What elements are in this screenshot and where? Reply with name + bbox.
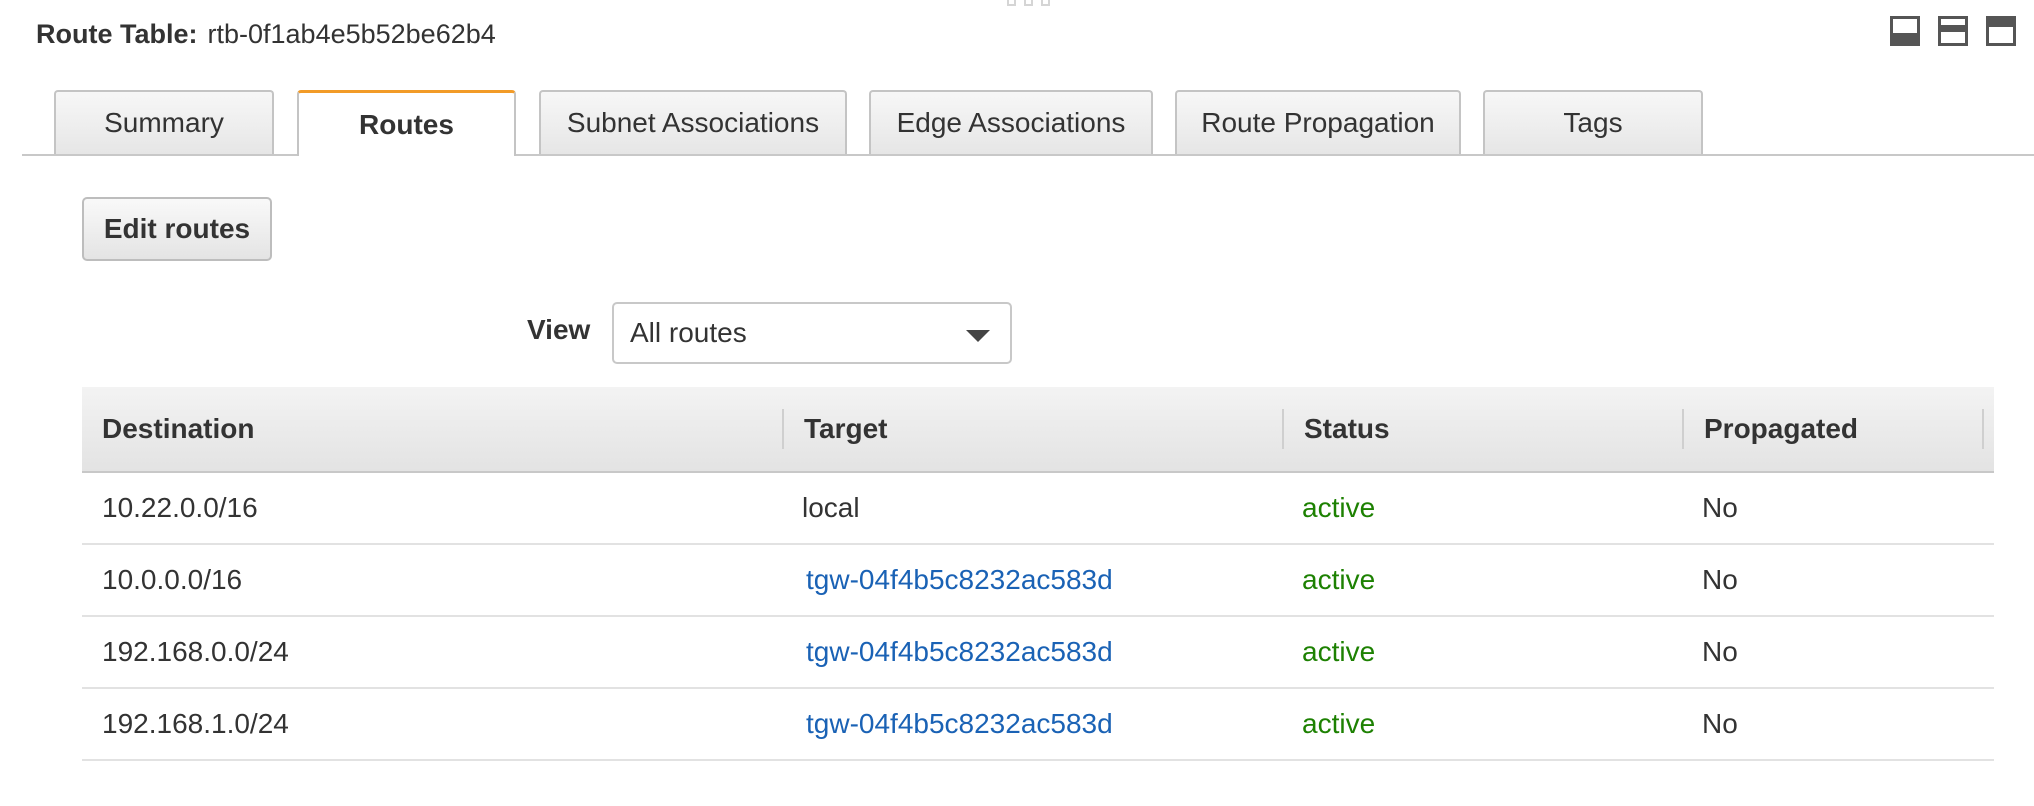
table-row[interactable]: 192.168.1.0/24 tgw-04f4b5c8232ac583d act…	[82, 689, 1994, 761]
tab-routes[interactable]: Routes	[297, 90, 516, 156]
chevron-down-icon	[966, 330, 990, 342]
tab-route-propagation[interactable]: Route Propagation	[1175, 90, 1461, 154]
tab-tags[interactable]: Tags	[1483, 90, 1703, 154]
view-label: View	[527, 314, 591, 345]
propagated-cell: No	[1702, 492, 1738, 523]
target-link[interactable]: tgw-04f4b5c8232ac583d	[806, 545, 1113, 615]
target-link[interactable]: tgw-04f4b5c8232ac583d	[806, 617, 1113, 687]
column-propagated[interactable]: Propagated	[1704, 387, 1858, 471]
column-divider	[782, 409, 784, 449]
destination-cell: 10.0.0.0/16	[102, 564, 243, 595]
status-badge: active	[1302, 492, 1376, 523]
table-row[interactable]: 10.22.0.0/16 local active No	[82, 473, 1994, 545]
propagated-cell: No	[1702, 564, 1738, 595]
route-table-id: rtb-0f1ab4e5b52be62b4	[207, 18, 496, 49]
table-row[interactable]: 192.168.0.0/24 tgw-04f4b5c8232ac583d act…	[82, 617, 1994, 689]
panel-middle-icon[interactable]	[1938, 16, 1968, 46]
destination-cell: 10.22.0.0/16	[102, 492, 258, 523]
status-badge: active	[1302, 636, 1376, 667]
tab-summary[interactable]: Summary	[54, 90, 274, 154]
target-cell: local	[802, 492, 860, 523]
propagated-cell: No	[1702, 708, 1738, 739]
destination-cell: 192.168.0.0/24	[102, 636, 289, 667]
drag-handle-icon[interactable]	[1002, 0, 1054, 6]
table-header: Destination Target Status Propagated	[82, 387, 1994, 473]
status-badge: active	[1302, 564, 1376, 595]
panel-bottom-icon[interactable]	[1890, 16, 1920, 46]
panel-layout-controls	[1890, 16, 2016, 46]
edit-routes-button[interactable]: Edit routes	[82, 197, 272, 261]
column-divider	[1282, 409, 1284, 449]
panel-top-icon[interactable]	[1986, 16, 2016, 46]
column-status[interactable]: Status	[1304, 387, 1390, 471]
route-table-label: Route Table:	[36, 18, 198, 49]
destination-cell: 192.168.1.0/24	[102, 708, 289, 739]
tab-subnet-associations[interactable]: Subnet Associations	[539, 90, 847, 154]
column-target[interactable]: Target	[804, 387, 888, 471]
status-badge: active	[1302, 708, 1376, 739]
column-divider	[1982, 409, 1984, 449]
target-link[interactable]: tgw-04f4b5c8232ac583d	[806, 689, 1113, 759]
routes-table: Destination Target Status Propagated 10.…	[82, 387, 1994, 761]
tab-edge-associations[interactable]: Edge Associations	[869, 90, 1153, 154]
table-row[interactable]: 10.0.0.0/16 tgw-04f4b5c8232ac583d active…	[82, 545, 1994, 617]
propagated-cell: No	[1702, 636, 1738, 667]
page-title: Route Table: rtb-0f1ab4e5b52be62b4	[36, 14, 496, 54]
column-divider	[1682, 409, 1684, 449]
view-select[interactable]: All routes	[612, 302, 1012, 364]
column-destination[interactable]: Destination	[102, 387, 254, 471]
view-select-value: All routes	[630, 317, 747, 348]
